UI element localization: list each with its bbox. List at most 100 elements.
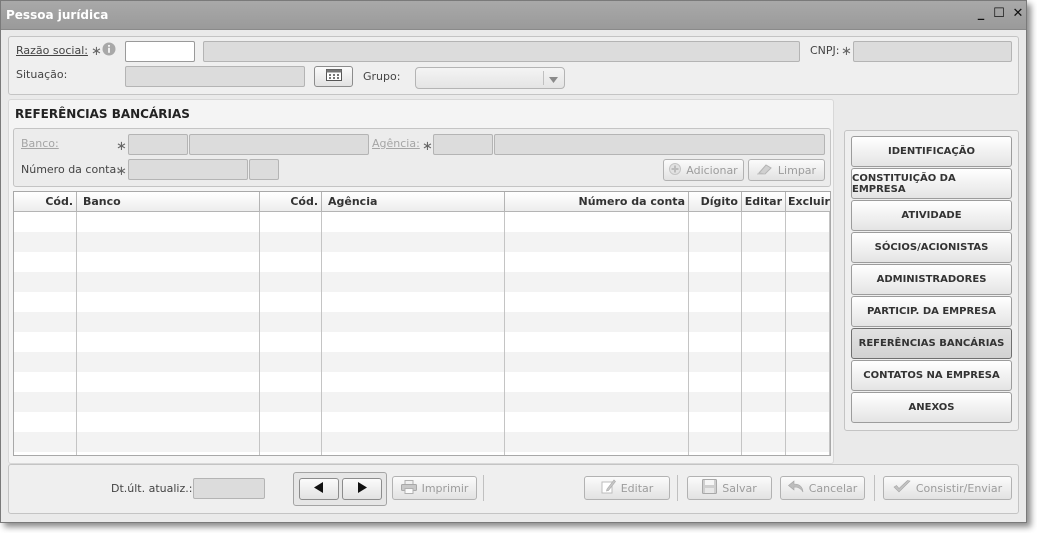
column-header-agencia[interactable]: Agência: [325, 192, 380, 212]
undo-icon: [787, 480, 804, 496]
column-divider: [259, 192, 260, 211]
agencia-label: Agência:: [372, 137, 420, 150]
agencia-name-input[interactable]: [494, 134, 825, 155]
grupo-select[interactable]: [415, 67, 565, 89]
side-nav-administradores[interactable]: ADMINISTRADORES: [851, 264, 1012, 295]
numero-conta-input[interactable]: [128, 159, 248, 180]
triangle-right-icon: [357, 482, 367, 496]
required-asterisk: ∗: [91, 44, 102, 59]
select-divider: [543, 71, 544, 85]
column-divider: [504, 192, 505, 211]
column-divider: [76, 192, 77, 211]
column-divider: [688, 192, 689, 455]
submit-button[interactable]: Consistir/Enviar: [883, 476, 1012, 500]
printer-icon: [400, 479, 417, 497]
required-asterisk: ∗: [116, 139, 127, 154]
info-icon[interactable]: [102, 42, 116, 59]
print-button-label: Imprimir: [421, 481, 469, 495]
toolbar-separator: [483, 475, 484, 501]
column-divider: [741, 192, 742, 455]
toolbar-separator: [874, 475, 875, 501]
column-header-editar[interactable]: Editar: [741, 192, 785, 212]
column-divider: [785, 192, 786, 211]
column-header-excluir[interactable]: Excluir: [785, 192, 830, 212]
column-header-agencia-cod[interactable]: Cód.: [259, 192, 321, 212]
table-row: [14, 392, 830, 412]
column-header-numero-conta[interactable]: Número da conta: [504, 192, 688, 212]
column-header-banco-cod[interactable]: Cód.: [14, 192, 76, 212]
last-update-input: [193, 478, 265, 499]
side-nav-atividade[interactable]: ATIVIDADE: [851, 200, 1012, 231]
side-nav-constituicao[interactable]: CONSTITUIÇÃO DA EMPRESA: [851, 168, 1012, 199]
title-bar[interactable]: Pessoa jurídica _ ☐ ✕: [1, 1, 1026, 30]
table-row: [14, 312, 830, 332]
banco-label: Banco:: [21, 137, 59, 150]
submit-button-label: Consistir/Enviar: [915, 481, 1003, 495]
save-button-label: Salvar: [722, 481, 757, 495]
required-asterisk: ∗: [116, 164, 127, 179]
section-title: REFERÊNCIAS BANCÁRIAS: [15, 107, 190, 121]
calendar-icon: [325, 69, 342, 84]
window-title: Pessoa jurídica: [6, 8, 109, 22]
main-window: Pessoa jurídica _ ☐ ✕ Razão social: ∗ CN…: [0, 0, 1027, 523]
razao-social-code-input[interactable]: [125, 41, 195, 62]
eraser-icon: [756, 163, 773, 178]
column-divider: [321, 192, 322, 455]
checkmark-icon: [893, 480, 911, 496]
column-divider: [829, 192, 830, 455]
close-button[interactable]: ✕: [1011, 7, 1025, 21]
side-nav-identificacao[interactable]: IDENTIFICAÇÃO: [851, 136, 1012, 167]
calendar-button[interactable]: [314, 66, 353, 87]
razao-social-label[interactable]: Razão social:: [16, 44, 88, 57]
column-divider: [504, 192, 505, 455]
clear-button[interactable]: Limpar: [748, 159, 825, 181]
side-nav-anexos[interactable]: ANEXOS: [851, 392, 1012, 423]
table-row: [14, 352, 830, 372]
required-asterisk: ∗: [841, 44, 852, 59]
table-row: [14, 232, 830, 252]
agencia-code-input[interactable]: [433, 134, 493, 155]
banco-code-input[interactable]: [128, 134, 188, 155]
column-divider: [741, 192, 742, 211]
razao-social-name-input[interactable]: [203, 41, 800, 62]
column-divider: [688, 192, 689, 211]
edit-button[interactable]: Editar: [584, 476, 670, 500]
next-record-button[interactable]: [342, 478, 382, 500]
add-button-label: Adicionar: [686, 163, 738, 177]
column-divider: [259, 192, 260, 455]
side-nav-contatos[interactable]: CONTATOS NA EMPRESA: [851, 360, 1012, 391]
column-header-digito[interactable]: Dígito: [688, 192, 741, 212]
floppy-disk-icon: [702, 479, 718, 497]
side-nav-participacao[interactable]: PARTICIP. DA EMPRESA: [851, 296, 1012, 327]
bank-references-table[interactable]: Cód. Banco Cód. Agência Número da conta …: [13, 191, 831, 456]
toolbar-separator: [677, 475, 678, 501]
chevron-down-icon: [549, 74, 558, 87]
situacao-label: Situação:: [16, 68, 68, 81]
column-divider: [321, 192, 322, 211]
situacao-input[interactable]: [125, 66, 305, 87]
side-nav-socios[interactable]: SÓCIOS/ACIONISTAS: [851, 232, 1012, 263]
minimize-button[interactable]: _: [974, 7, 988, 21]
cancel-button[interactable]: Cancelar: [780, 476, 865, 500]
pencil-icon: [601, 479, 616, 497]
maximize-button[interactable]: ☐: [992, 7, 1006, 21]
previous-record-button[interactable]: [299, 478, 339, 500]
triangle-left-icon: [314, 482, 324, 496]
side-nav-referencias-bancarias[interactable]: REFERÊNCIAS BANCÁRIAS: [851, 328, 1012, 359]
column-divider: [785, 192, 786, 455]
last-update-label: Dt.últ. atualiz.:: [111, 482, 193, 495]
column-divider: [76, 192, 77, 455]
grupo-label: Grupo:: [363, 70, 401, 83]
banco-name-input[interactable]: [189, 134, 369, 155]
print-button[interactable]: Imprimir: [392, 476, 477, 500]
save-button[interactable]: Salvar: [687, 476, 772, 500]
cancel-button-label: Cancelar: [808, 481, 858, 495]
table-row: [14, 432, 830, 452]
table-header: Cód. Banco Cód. Agência Número da conta …: [14, 192, 830, 212]
clear-button-label: Limpar: [777, 163, 817, 177]
add-button[interactable]: Adicionar: [663, 159, 744, 181]
digito-input[interactable]: [249, 159, 279, 180]
edit-button-label: Editar: [620, 481, 654, 495]
column-header-banco[interactable]: Banco: [80, 192, 124, 212]
cnpj-input[interactable]: [853, 41, 1012, 62]
